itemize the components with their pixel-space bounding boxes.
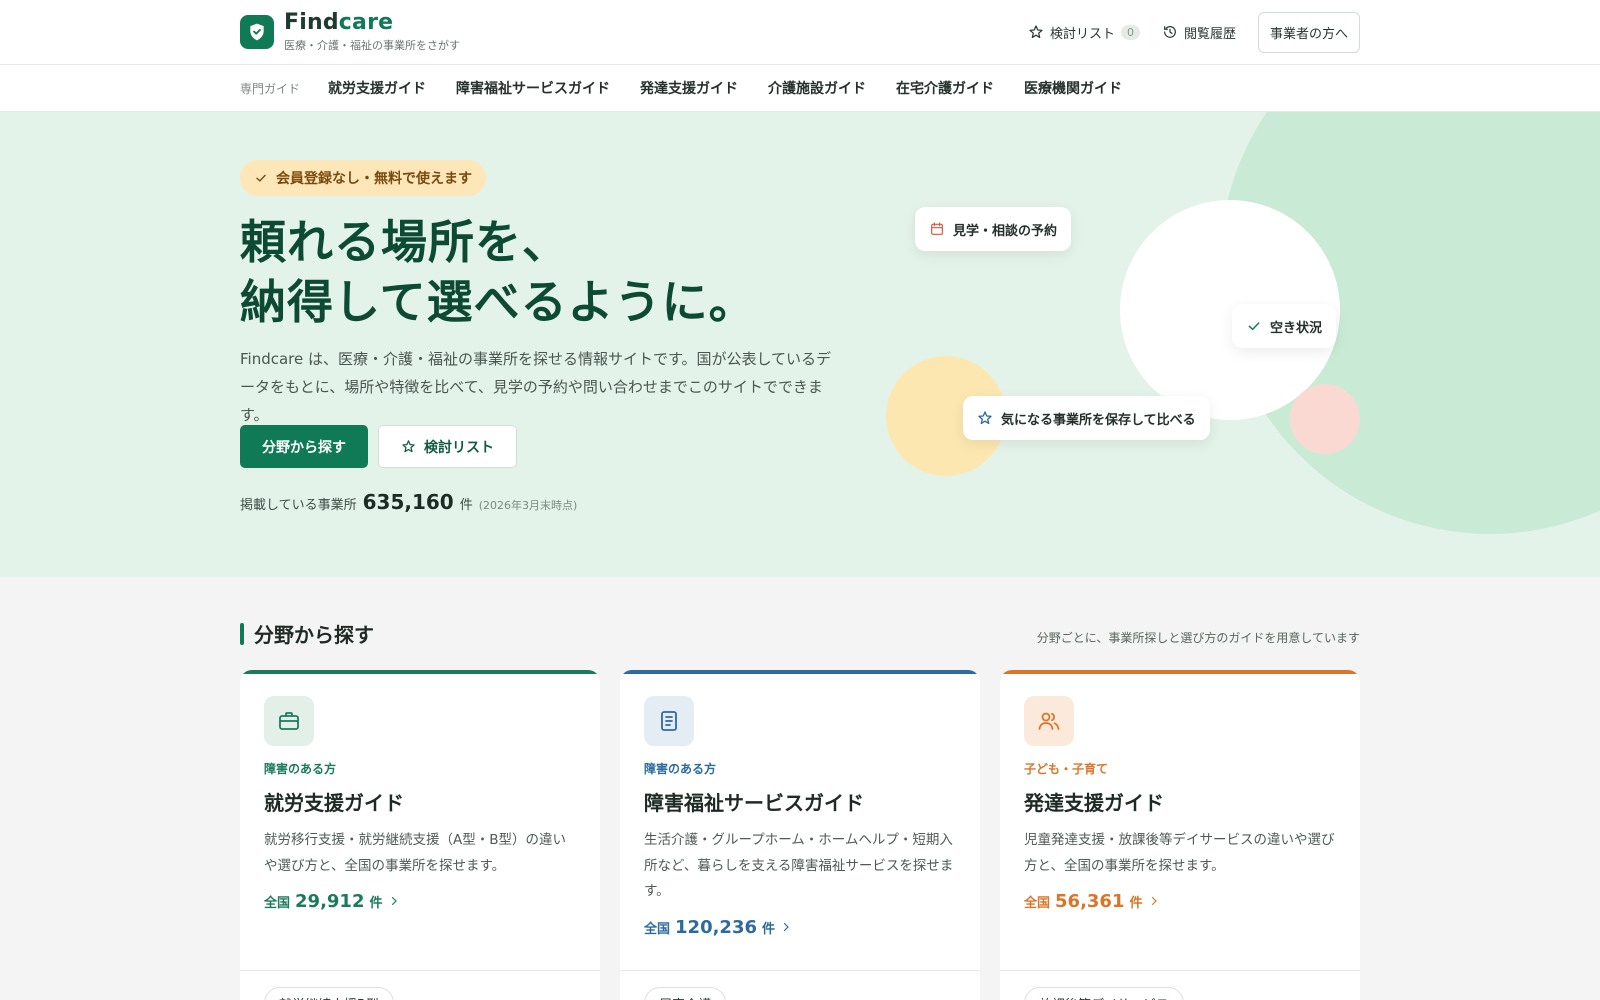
stats-note: (2026年3月末時点)	[478, 499, 578, 512]
shortlist-button-label: 検討リスト	[424, 439, 494, 456]
count-number: 29,912	[295, 891, 365, 912]
free-badge: 会員登録なし・無料で使えます	[240, 160, 486, 196]
count-number: 120,236	[675, 916, 757, 938]
card-description: 児童発達支援・放課後等デイサービスの違いや選び方と、全国の事業所を探せます。	[1024, 832, 1335, 874]
star-icon	[1029, 25, 1043, 39]
count-unit: 件	[369, 896, 383, 911]
chevron-right-icon	[1151, 896, 1157, 906]
nav-item-home-care-guide[interactable]: 在宅介護ガイド	[896, 78, 994, 98]
card-count-link[interactable]: 全国 56,361 件	[1024, 891, 1336, 912]
card-title[interactable]: 就労支援ガイド	[264, 787, 576, 816]
card-count-link[interactable]: 全国 29,912 件	[264, 891, 576, 912]
count-unit: 件	[1129, 896, 1143, 911]
shortlist-count-badge: 0	[1120, 24, 1140, 40]
brand[interactable]: Findcare 医療・介護・福祉の事業所をさがす	[240, 9, 460, 53]
guide-nav: 専門ガイド 就労支援ガイド 障害福祉サービスガイド 発達支援ガイド 介護施設ガイ…	[0, 65, 1600, 112]
shortlist-link[interactable]: 検討リスト 0	[1028, 23, 1140, 42]
business-button[interactable]: 事業者の方へ	[1257, 11, 1360, 53]
nav-item-care-facility-guide[interactable]: 介護施設ガイド	[768, 78, 866, 98]
category-card-development[interactable]: 子ども・子育て 発達支援ガイド 児童発達支援・放課後等デイサービスの違いや選び方…	[1000, 670, 1360, 1000]
nav-item-medical-guide[interactable]: 医療機関ガイド	[1024, 78, 1122, 98]
section-note: 分野ごとに、事業所探しと選び方のガイドを用意しています	[1036, 631, 1360, 645]
history-link[interactable]: 閲覧履歴	[1162, 23, 1236, 42]
nav-item-disability-service-guide[interactable]: 障害福祉サービスガイド	[456, 78, 610, 98]
shield-heart-logo-icon	[240, 15, 274, 49]
listing-stats: 掲載している事業所 635,160 件 (2026年3月末時点)	[240, 490, 577, 514]
hero-section: 見学・相談の予約 空き状況 気になる事業所を保存して比べる 会員登録なし・無料で…	[0, 112, 1600, 577]
card-tag: 子ども・子育て	[1024, 762, 1109, 776]
nav-item-development-guide[interactable]: 発達支援ガイド	[640, 78, 738, 98]
section-title-text: 分野から探す	[254, 623, 374, 647]
category-card-disability-service[interactable]: 障害のある方 障害福祉サービスガイド 生活介護・グループホーム・ホームヘルプ・短…	[620, 670, 980, 1000]
star-icon	[402, 440, 415, 453]
hero-title-line-1: 頼れる場所を、	[240, 215, 569, 269]
brand-name: Findcare	[284, 9, 394, 35]
stats-number: 635,160	[362, 490, 454, 514]
people-icon	[1024, 696, 1074, 746]
card-count-link[interactable]: 全国 120,236 件	[644, 917, 956, 938]
card-title[interactable]: 発達支援ガイド	[1024, 787, 1336, 816]
count-number: 56,361	[1055, 891, 1125, 912]
hero-title: 頼れる場所を、 納得して選べるように。	[240, 212, 756, 332]
stats-unit: 件	[459, 498, 473, 513]
card-title[interactable]: 障害福祉サービスガイド	[644, 787, 956, 816]
chevron-right-icon	[391, 896, 397, 906]
shortlist-button[interactable]: 検討リスト	[378, 425, 517, 468]
category-card-employment[interactable]: 障害のある方 就労支援ガイド 就労移行支援・就労継続支援（A型・B型）の違いや選…	[240, 670, 600, 1000]
document-list-icon	[644, 696, 694, 746]
card-tag: 障害のある方	[644, 762, 717, 776]
shortlist-label: 検討リスト	[1049, 26, 1115, 42]
site-header: Findcare 医療・介護・福祉の事業所をさがす 検討リスト 0 閲覧履歴 事…	[0, 0, 1600, 65]
section-title: 分野から探す	[240, 619, 374, 648]
section-title-accent	[240, 622, 244, 645]
guide-nav-label: 専門ガイド	[240, 81, 301, 96]
chevron-right-icon	[783, 922, 789, 931]
count-prefix: 全国	[644, 921, 671, 937]
count-unit: 件	[762, 921, 776, 937]
subcategory-chip[interactable]: 就労継続支援B型	[264, 987, 394, 1000]
history-label: 閲覧履歴	[1183, 26, 1236, 42]
count-prefix: 全国	[264, 896, 291, 911]
briefcase-icon	[264, 696, 314, 746]
category-section: 分野から探す 分野ごとに、事業所探しと選び方のガイドを用意しています 障害のある…	[240, 619, 1360, 1000]
brand-tagline: 医療・介護・福祉の事業所をさがす	[284, 39, 460, 53]
hero-description: Findcare は、医療・介護・福祉の事業所を探せる情報サイトです。国が公表し…	[240, 350, 832, 424]
subcategory-chip[interactable]: 放課後等デイサービス	[1024, 987, 1185, 1000]
stats-label: 掲載している事業所	[240, 498, 357, 513]
subcategory-chip[interactable]: 居宅介護	[644, 987, 727, 1000]
free-badge-label: 会員登録なし・無料で使えます	[276, 171, 472, 187]
browse-by-field-button[interactable]: 分野から探す	[240, 425, 368, 468]
history-icon	[1164, 26, 1176, 38]
card-description: 就労移行支援・就労継続支援（A型・B型）の違いや選び方と、全国の事業所を探せます…	[264, 832, 566, 874]
nav-item-employment-guide[interactable]: 就労支援ガイド	[328, 78, 426, 98]
check-icon	[256, 174, 266, 182]
card-tag: 障害のある方	[264, 762, 337, 776]
hero-title-line-2: 納得して選べるように。	[240, 275, 756, 329]
count-prefix: 全国	[1024, 896, 1051, 911]
card-description: 生活介護・グループホーム・ホームヘルプ・短期入所など、暮らしを支える障害福祉サー…	[644, 832, 954, 899]
